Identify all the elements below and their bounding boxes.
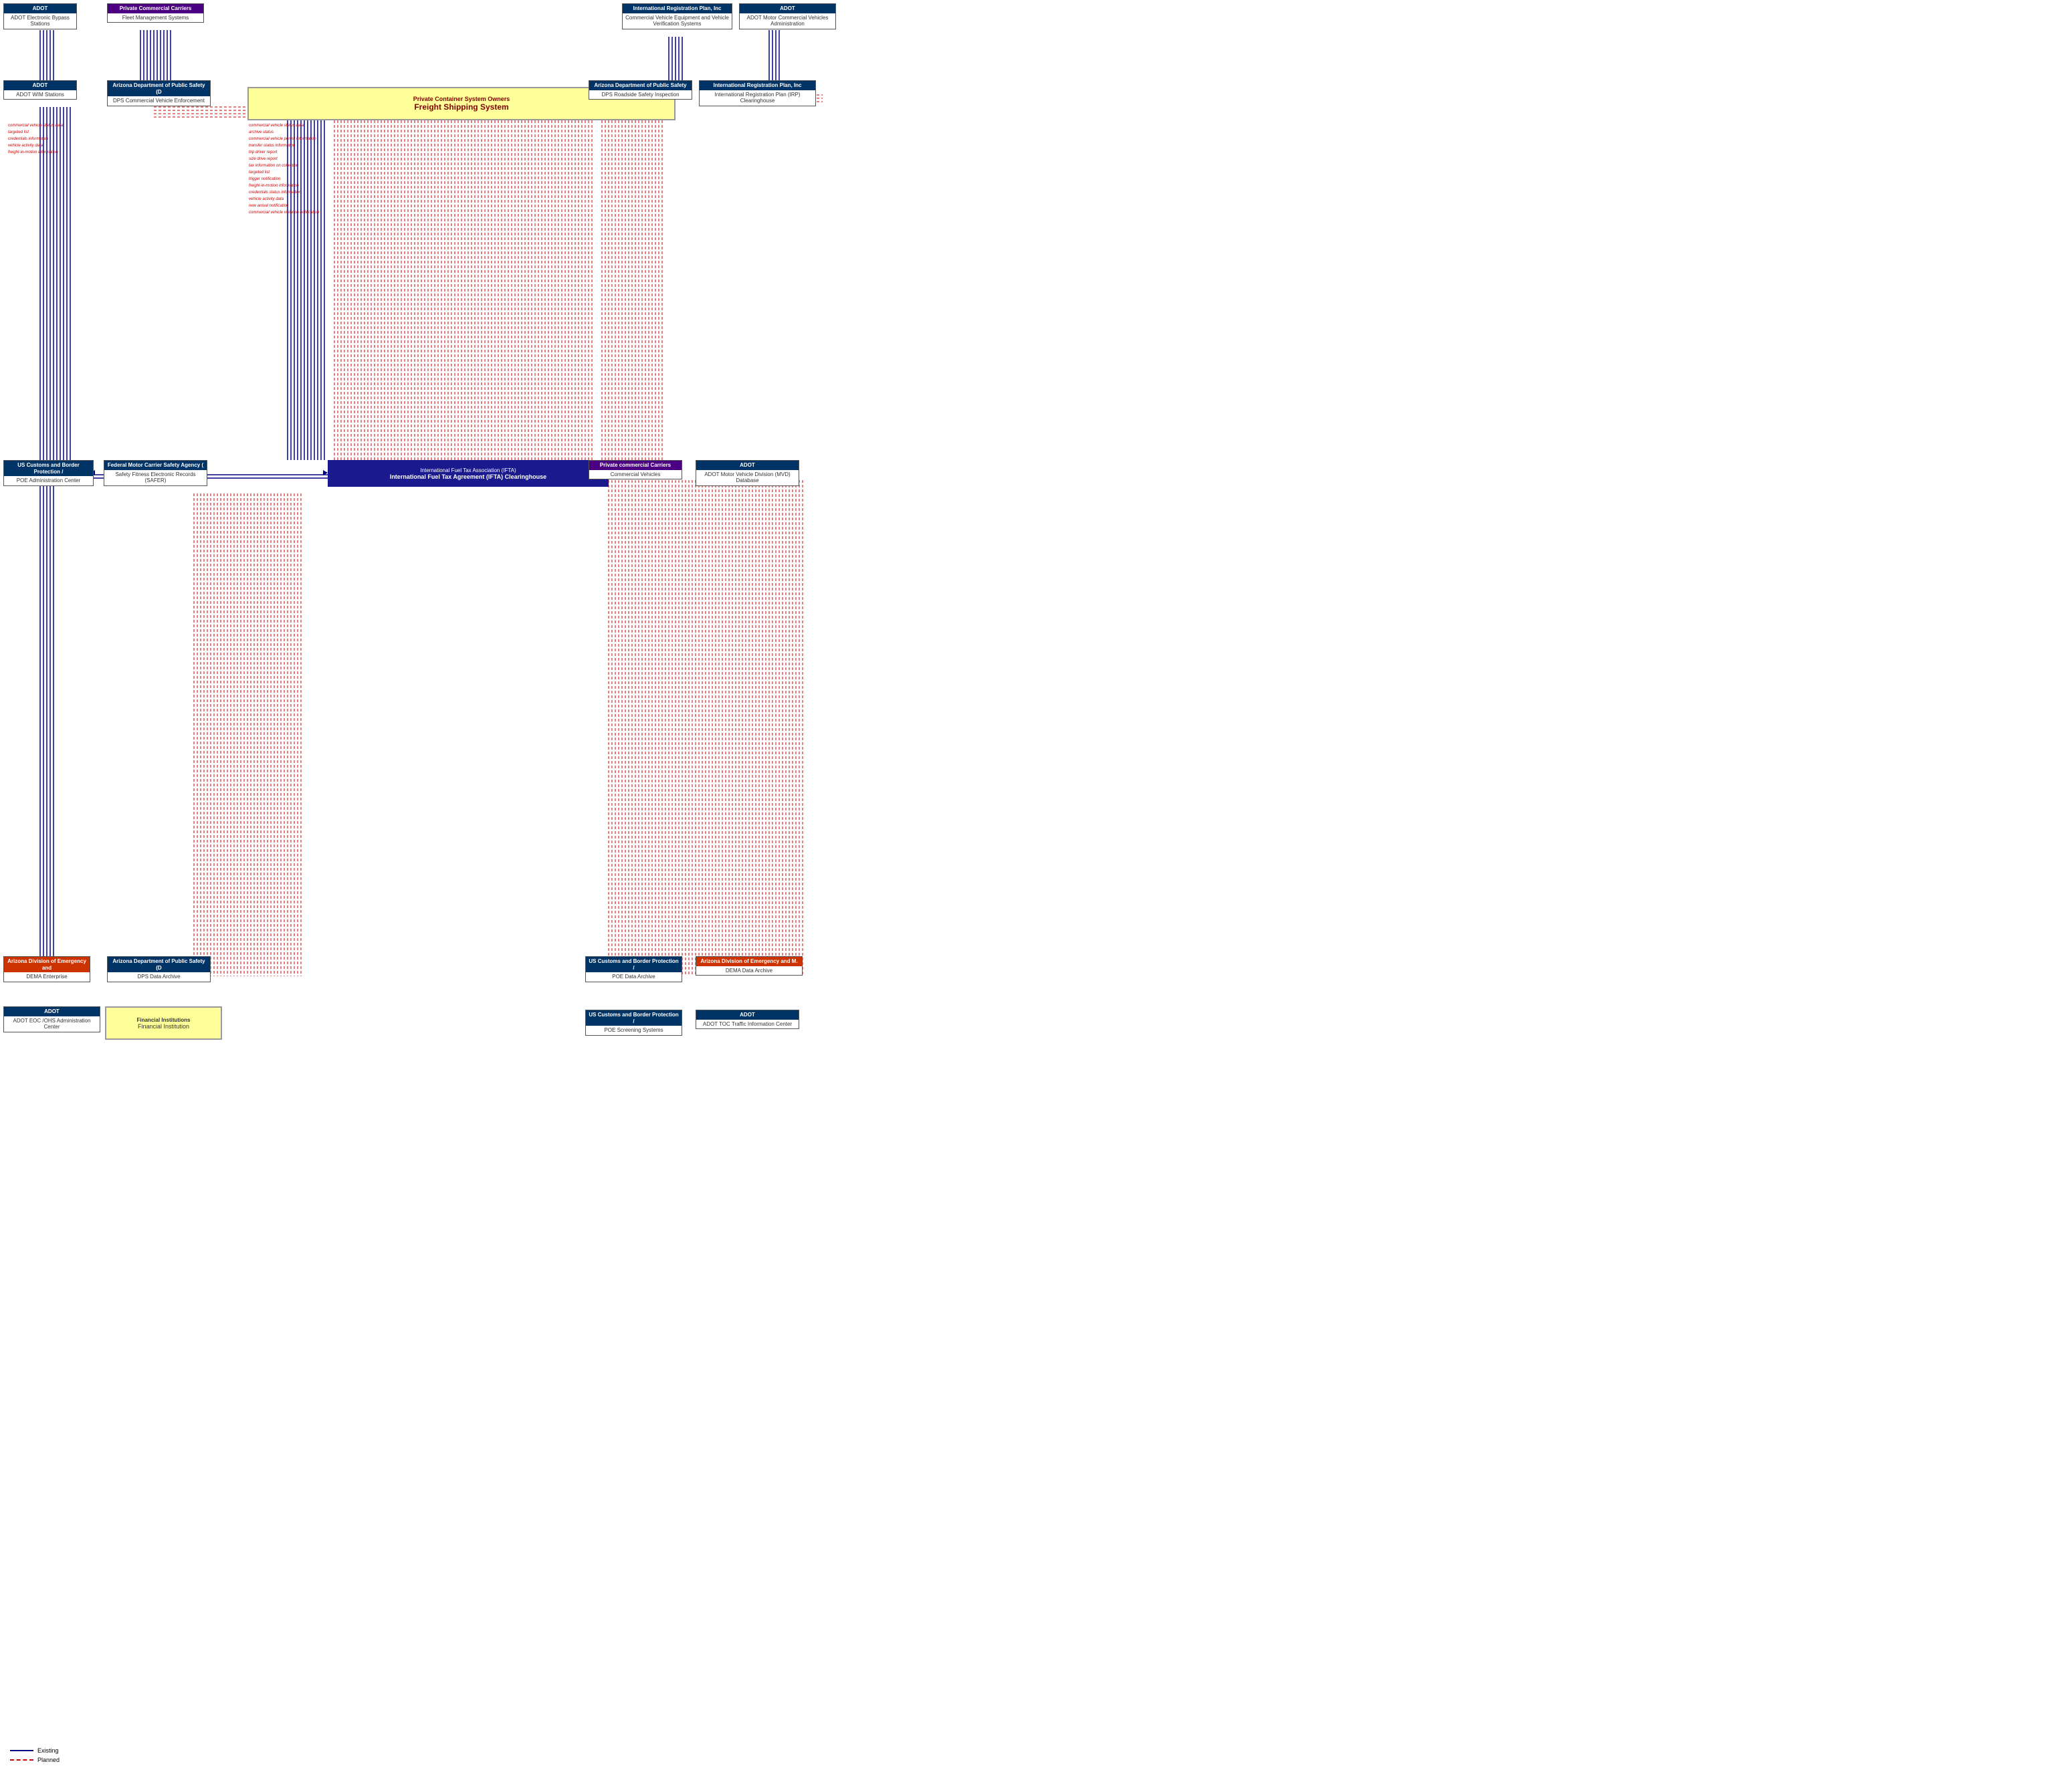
left-flow-label-5: freight-in-motion information [8,150,58,154]
private-carriers-fleet-body: Fleet Management Systems [108,13,203,23]
ifta-clearinghouse-box: International Fuel Tax Association (IFTA… [328,460,609,487]
cbp-poe-data-archive-header: US Customs and Border Protection / [586,957,682,972]
irp-inc-header: International Registration Plan, Inc [623,4,732,13]
flow-label-10: freight-in-motion information [249,184,299,188]
flow-label-3: commercial vehicle permit information [249,137,316,141]
az-emergency-1-body: DEMA Enterprise [4,972,90,982]
private-vehicles-body: Commercial Vehicles [589,470,682,479]
adot-toc-header: ADOT [696,1010,799,1020]
financial-institution-label: Financial Institution [138,1023,189,1030]
adot-eoc-header: ADOT [4,1007,100,1016]
az-emergency-2-body: DEMA Data Archive [696,966,802,976]
ifta-top-label: International Fuel Tax Association (IFTA… [420,467,516,473]
adot-bypass-header: ADOT [4,4,76,13]
cbp-poe-data-archive-box: US Customs and Border Protection / POE D… [585,956,682,982]
legend-planned-line [10,1759,33,1761]
arizona-dps-roadside-box: Arizona Department of Public Safety DPS … [589,80,692,100]
connection-lines [0,0,2072,1780]
diagram-container: ADOT ADOT Electronic Bypass Stations Pri… [0,0,2072,1780]
arizona-dps-data-archive-header: Arizona Department of Public Safety (D [108,957,210,972]
left-flow-label-1: commercial vehicle status data [8,124,63,128]
legend-existing-line [10,1750,33,1751]
fmcsa-safer-header: Federal Motor Carrier Safety Agency ( [104,461,207,470]
adot-wim-body: ADOT WIM Stations [4,90,76,100]
cbp-poe-admin-box: US Customs and Border Protection / POE A… [3,460,94,486]
flow-label-8: targeted list [249,171,270,175]
adot-toc-body: ADOT TOC Traffic Information Center [696,1020,799,1029]
private-carriers-fleet-header: Private Commercial Carriers [108,4,203,13]
arizona-dps-cve-header: Arizona Department of Public Safety (D [108,81,210,96]
flow-label-5: trip driver report [249,150,277,154]
cbp-poe-screening-body: POE Screening Systems [586,1026,682,1035]
adot-mvu-header: ADOT [740,4,835,13]
az-emergency-2-header: Arizona Division of Emergency and M. [696,957,802,966]
adot-eoc-box: ADOT ADOT EOC /OHS Administration Center [3,1006,100,1032]
adot-mvd-header: ADOT [696,461,799,470]
flow-label-12: vehicle activity data [249,197,284,201]
legend-planned: Planned [10,1757,60,1763]
irp-inc-box: International Registration Plan, Inc Com… [622,3,732,29]
cbp-poe-admin-header: US Customs and Border Protection / [4,461,93,476]
az-division-emergency-1-box: Arizona Division of Emergency and DEMA E… [3,956,90,982]
flow-label-13: new arrival notification [249,204,288,208]
flow-label-2: archive status [249,130,274,134]
financial-institution-label-top: Financial Institutions [136,1017,190,1023]
flow-label-14: commercial vehicle violation notificatio… [249,211,319,215]
flow-label-1: commercial vehicle status data [249,124,304,128]
az-emergency-1-header: Arizona Division of Emergency and [4,957,90,972]
fmcsa-safer-box: Federal Motor Carrier Safety Agency ( Sa… [104,460,207,486]
flow-label-11: credentials status information [249,191,301,195]
irp-clearinghouse-header: International Registration Plan, Inc [700,81,815,90]
legend-existing-label: Existing [37,1747,59,1754]
adot-mvd-box: ADOT ADOT Motor Vehicle Division (MVD) D… [696,460,799,486]
freight-system-owner-label: Private Container System Owners [413,96,510,102]
arizona-dps-roadside-body: DPS Roadside Safety Inspection [589,90,692,100]
financial-institution-box: Financial Institutions Financial Institu… [105,1006,222,1040]
flow-label-6: size drive report [249,157,278,161]
legend-existing: Existing [10,1747,60,1754]
irp-clearinghouse-box: International Registration Plan, Inc Int… [699,80,816,106]
cbp-poe-screening-box: US Customs and Border Protection / POE S… [585,1010,682,1036]
flow-label-4: transfer status information [249,144,295,148]
adot-eoc-body: ADOT EOC /OHS Administration Center [4,1016,100,1032]
private-carriers-fleet-box: Private Commercial Carriers Fleet Manage… [107,3,204,23]
arizona-dps-data-archive-body: DPS Data Archive [108,972,210,982]
adot-mvd-body: ADOT Motor Vehicle Division (MVD) Databa… [696,470,799,485]
private-commercial-vehicles-box: Private commercial Carriers Commercial V… [589,460,682,479]
adot-wim-header: ADOT [4,81,76,90]
left-flow-label-4: vehicle activity data [8,144,43,148]
fmcsa-safer-body: Safety Fitness Electronic Records (SAFER… [104,470,207,485]
adot-toc-box: ADOT ADOT TOC Traffic Information Center [696,1010,799,1029]
cbp-poe-data-archive-body: POE Data Archive [586,972,682,982]
legend: Existing Planned [10,1747,60,1763]
private-vehicles-header: Private commercial Carriers [589,461,682,470]
cbp-poe-screening-header: US Customs and Border Protection / [586,1010,682,1026]
arizona-dps-roadside-header: Arizona Department of Public Safety [589,81,692,90]
cbp-poe-admin-body: POE Administration Center [4,476,93,485]
irp-clearinghouse-body: International Registration Plan (IRP) Cl… [700,90,815,106]
adot-wim-box: ADOT ADOT WIM Stations [3,80,77,100]
flow-label-9: trigger notification [249,177,280,181]
left-flow-label-2: targeted list [8,130,29,134]
adot-bypass-body: ADOT Electronic Bypass Stations [4,13,76,29]
arizona-dps-data-archive-box: Arizona Department of Public Safety (D D… [107,956,211,982]
adot-mvu-box: ADOT ADOT Motor Commercial Vehicles Admi… [739,3,836,29]
adot-electronic-bypass-box: ADOT ADOT Electronic Bypass Stations [3,3,77,29]
flow-label-7: tax information on collection [249,164,298,168]
legend-planned-label: Planned [37,1757,60,1763]
adot-mvu-body: ADOT Motor Commercial Vehicles Administr… [740,13,835,29]
arizona-dps-cve-box: Arizona Department of Public Safety (D D… [107,80,211,106]
arizona-dps-cve-body: DPS Commercial Vehicle Enforcement [108,96,210,106]
ifta-bottom-label: International Fuel Tax Agreement (IFTA) … [390,473,546,480]
irp-inc-body: Commercial Vehicle Equipment and Vehicle… [623,13,732,29]
freight-system-name-label: Freight Shipping System [414,102,508,112]
left-flow-label-3: credentials information [8,137,48,141]
az-division-emergency-2-box: Arizona Division of Emergency and M. DEM… [696,956,803,976]
